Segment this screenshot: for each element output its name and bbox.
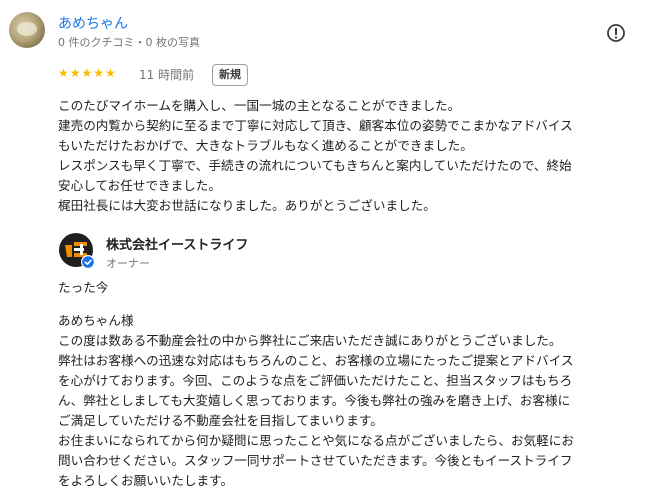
star-rating: ★★★★★	[58, 66, 117, 80]
reviewer-stats: 0 件のクチコミ・0 枚の写真	[58, 36, 200, 49]
reply-time: たった今	[58, 280, 109, 295]
review-time: 11 時間前	[139, 68, 195, 82]
reply-line: 弊社はお客様への迅速な対応はもちろんのこと、お客様の立場にたったご提案とアドバイ…	[58, 353, 574, 368]
verified-check-icon	[81, 255, 95, 269]
reply-line: ご満足していただける不動産会社を目指してまいります。	[58, 413, 383, 428]
report-review-button[interactable]	[606, 23, 626, 43]
review-text: このたびマイホームを購入し、一国一城の主となることができました。 建売の内覧から…	[58, 96, 650, 216]
new-badge: 新規	[212, 64, 248, 86]
review-line: このたびマイホームを購入し、一国一城の主となることができました。	[58, 98, 461, 113]
reply-line: をよろしくお願いいたします。	[58, 473, 234, 488]
review-line: レスポンスも早く丁寧で、手続きの流れについてもきちんと案内していただけたので、終…	[58, 158, 572, 173]
owner-name: 株式会社イーストライフ	[106, 238, 249, 253]
review-line: 梶田社長には大変お世話になりました。ありがとうございました。	[58, 198, 436, 213]
reply-line: ん、弊社としましても大変嬉しく思っております。今後も弊社の強みを磨き上げ、お客様…	[58, 393, 571, 408]
report-flag-icon	[607, 24, 625, 42]
reply-line: 問い合わせください。スタッフ一同サポートさせていただきます。今後ともイーストライ…	[58, 453, 573, 468]
review-line: 安心してお任せできました。	[58, 178, 221, 193]
owner-role: オーナー	[106, 257, 150, 270]
reply-line: お住まいになられてから何か疑問に思ったことや気になる点がございましたら、お気軽に…	[58, 433, 574, 448]
review-line: 建売の内覧から契約に至るまで丁寧に対応して頂き、顧客本位の姿勢でこまかなアドバイ…	[58, 118, 573, 133]
reviewer-name[interactable]: あめちゃん	[58, 13, 128, 33]
review-line: もいただけたおかげで、大きなトラブルもなく進めることができました。	[58, 138, 473, 153]
owner-logo	[58, 232, 96, 270]
reply-line: この度は数ある不動産会社の中から弊社にご来店いただき誠にありがとうございました。	[58, 333, 562, 348]
reply-line: あめちゃん様	[58, 313, 134, 328]
owner-reply-text: あめちゃん様 この度は数ある不動産会社の中から弊社にご来店いただき誠にありがとう…	[58, 311, 650, 491]
reply-line: を心がけております。今回、このような点をご評価いただけたこと、担当スタッフはもち…	[58, 373, 573, 388]
reviewer-avatar[interactable]	[9, 12, 45, 48]
